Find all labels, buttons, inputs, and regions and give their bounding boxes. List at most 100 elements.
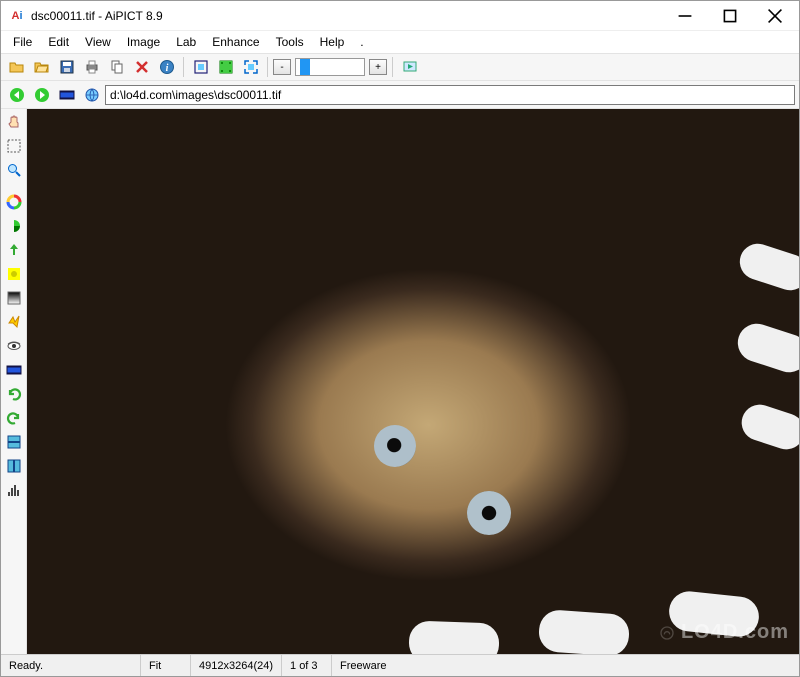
slideshow-button[interactable] (398, 56, 421, 79)
menu-edit[interactable]: Edit (40, 33, 77, 51)
menu-help[interactable]: Help (312, 33, 353, 51)
marquee-icon (6, 138, 22, 154)
status-index: 1 of 3 (282, 655, 332, 676)
menu-file[interactable]: File (5, 33, 40, 51)
zoom-out-button[interactable]: - (273, 59, 291, 75)
nav-toolbar (1, 81, 799, 109)
hue-icon (6, 218, 22, 234)
separator (267, 57, 268, 77)
open-button[interactable] (5, 56, 28, 79)
next-button[interactable] (30, 83, 53, 106)
hand-icon (6, 114, 22, 130)
film-strip-icon (59, 87, 75, 103)
arrow-left-icon (9, 87, 25, 103)
export-up-icon (6, 242, 22, 258)
copy-icon (109, 59, 125, 75)
hue-tool[interactable] (3, 215, 25, 237)
watermark-icon (659, 625, 675, 641)
prev-button[interactable] (5, 83, 28, 106)
menu-dot[interactable]: . (352, 33, 371, 51)
marquee-tool[interactable] (3, 135, 25, 157)
main-toolbar: i - + (1, 53, 799, 81)
delete-button[interactable] (130, 56, 153, 79)
auto-fix-tool[interactable] (3, 311, 25, 333)
split-h-button[interactable] (3, 431, 25, 453)
minimize-button[interactable] (662, 2, 707, 30)
side-toolbar (1, 109, 27, 654)
zoom-in-button[interactable]: + (369, 59, 387, 75)
actual-size-icon (218, 59, 234, 75)
film-icon (6, 362, 22, 378)
histogram-icon (6, 482, 22, 498)
app-icon: Ai (9, 8, 25, 24)
undo-icon (6, 386, 22, 402)
menu-view[interactable]: View (77, 33, 119, 51)
watermark-text: LO4D.com (681, 621, 789, 644)
slideshow-icon (402, 59, 418, 75)
titlebar: Ai dsc00011.tif - AiPICT 8.9 (1, 1, 799, 31)
menu-lab[interactable]: Lab (168, 33, 204, 51)
copy-button[interactable] (105, 56, 128, 79)
browse-folder-icon (34, 59, 50, 75)
close-button[interactable] (752, 2, 797, 30)
fullscreen-icon (243, 59, 259, 75)
redo-icon (6, 410, 22, 426)
zoom-tool[interactable] (3, 159, 25, 181)
film-tool[interactable] (3, 359, 25, 381)
path-input[interactable] (105, 85, 795, 105)
film-strip-button[interactable] (55, 83, 78, 106)
menu-image[interactable]: Image (119, 33, 168, 51)
print-icon (84, 59, 100, 75)
maximize-button[interactable] (707, 2, 752, 30)
gradient-tool[interactable] (3, 287, 25, 309)
actual-size-button[interactable] (214, 56, 237, 79)
image-canvas[interactable]: LO4D.com (27, 109, 799, 654)
globe-reload-icon (84, 87, 100, 103)
histogram-button[interactable] (3, 479, 25, 501)
brightness-icon (6, 266, 22, 282)
statusbar: Ready. Fit 4912x3264(24) 1 of 3 Freeware (1, 654, 799, 676)
window-controls (662, 2, 797, 30)
redeye-tool[interactable] (3, 335, 25, 357)
info-button[interactable]: i (155, 56, 178, 79)
maximize-icon (722, 8, 738, 24)
menubar: File Edit View Image Lab Enhance Tools H… (1, 31, 799, 53)
save-button[interactable] (55, 56, 78, 79)
brightness-tool[interactable] (3, 263, 25, 285)
save-icon (59, 59, 75, 75)
fullscreen-button[interactable] (239, 56, 262, 79)
info-icon: i (159, 59, 175, 75)
export-tool[interactable] (3, 239, 25, 261)
minimize-icon (677, 8, 693, 24)
main-area: LO4D.com (1, 109, 799, 654)
browse-button[interactable] (30, 56, 53, 79)
redo-button[interactable] (3, 407, 25, 429)
redeye-icon (6, 338, 22, 354)
split-h-icon (6, 434, 22, 450)
menu-enhance[interactable]: Enhance (204, 33, 267, 51)
window-title: dsc00011.tif - AiPICT 8.9 (31, 9, 662, 23)
menu-tools[interactable]: Tools (268, 33, 312, 51)
print-button[interactable] (80, 56, 103, 79)
reload-button[interactable] (80, 83, 103, 106)
zoom-slider[interactable] (295, 58, 365, 76)
separator (183, 57, 184, 77)
undo-button[interactable] (3, 383, 25, 405)
hand-tool[interactable] (3, 111, 25, 133)
color-wheel-tool[interactable] (3, 191, 25, 213)
delete-icon (134, 59, 150, 75)
split-v-button[interactable] (3, 455, 25, 477)
arrow-right-icon (34, 87, 50, 103)
fit-window-icon (193, 59, 209, 75)
color-wheel-icon (6, 194, 22, 210)
fit-window-button[interactable] (189, 56, 212, 79)
svg-text:i: i (165, 63, 168, 74)
status-fit: Fit (141, 655, 191, 676)
status-dimensions: 4912x3264(24) (191, 655, 282, 676)
slider-thumb[interactable] (300, 59, 310, 75)
gradient-icon (6, 290, 22, 306)
status-ready: Ready. (1, 655, 141, 676)
open-folder-icon (9, 59, 25, 75)
watermark: LO4D.com (659, 621, 789, 644)
status-license: Freeware (332, 655, 799, 676)
